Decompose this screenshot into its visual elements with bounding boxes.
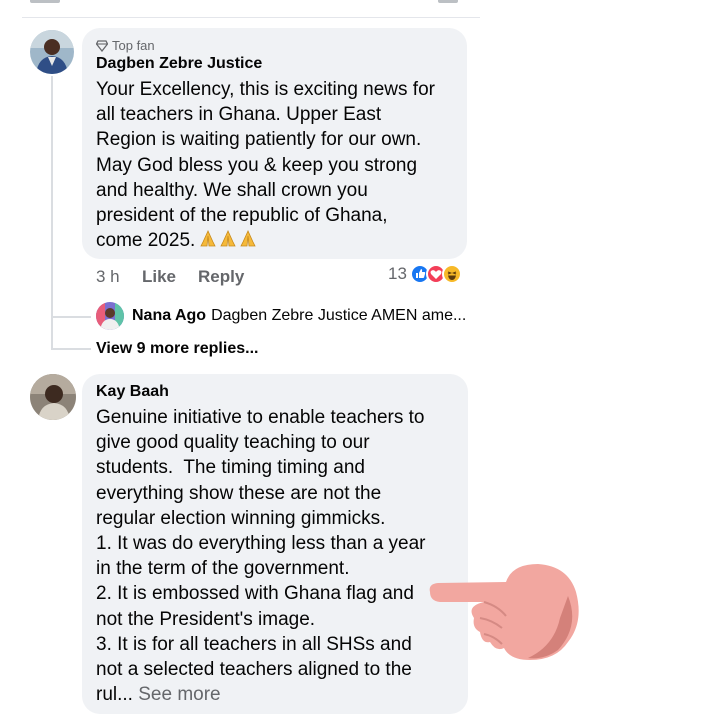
timestamp[interactable]: 3 h: [96, 267, 142, 287]
avatar[interactable]: [30, 30, 74, 74]
reply-author[interactable]: Nana Ago: [132, 307, 206, 325]
badge-label: Top fan: [112, 38, 155, 53]
comment-author[interactable]: Kay Baah: [96, 383, 169, 401]
folded-hands-emoji: [199, 230, 257, 248]
see-more-link[interactable]: See more: [138, 684, 220, 705]
previous-item-edge: [30, 0, 60, 3]
view-more-replies-link[interactable]: View 9 more replies...: [96, 340, 258, 358]
haha-icon: [441, 264, 462, 284]
like-button[interactable]: Like: [142, 267, 198, 287]
reaction-count: 13: [388, 264, 407, 283]
comment-text-body: Genuine initiative to enable teachers to…: [96, 407, 426, 706]
reply-text: Dagben Zebre Justice AMEN ame...: [211, 307, 467, 324]
divider: [22, 17, 480, 18]
thread-line: [51, 76, 53, 350]
reply-preview[interactable]: Nana Ago Dagben Zebre Justice AMEN ame..…: [96, 302, 466, 330]
diamond-icon: [96, 39, 108, 52]
reply-button[interactable]: Reply: [198, 267, 244, 287]
comment-text-body: Your Excellency, this is exciting news f…: [96, 79, 435, 252]
thread-branch-reply: [51, 316, 91, 318]
thread-branch-more: [51, 348, 91, 350]
pointing-hand-icon: [429, 564, 579, 660]
comment-actions: 3 h Like Reply: [96, 267, 244, 287]
comment-text: Your Excellency, this is exciting news f…: [96, 77, 466, 253]
comment-author[interactable]: Dagben Zebre Justice: [96, 55, 262, 73]
comment-text: Genuine initiative to enable teachers to…: [96, 405, 466, 707]
reply-avatar[interactable]: [96, 302, 124, 330]
top-fan-badge: Top fan: [96, 38, 155, 53]
menu-icon-edge: [438, 0, 458, 3]
avatar[interactable]: [30, 374, 76, 420]
reaction-summary[interactable]: 13: [388, 264, 462, 284]
